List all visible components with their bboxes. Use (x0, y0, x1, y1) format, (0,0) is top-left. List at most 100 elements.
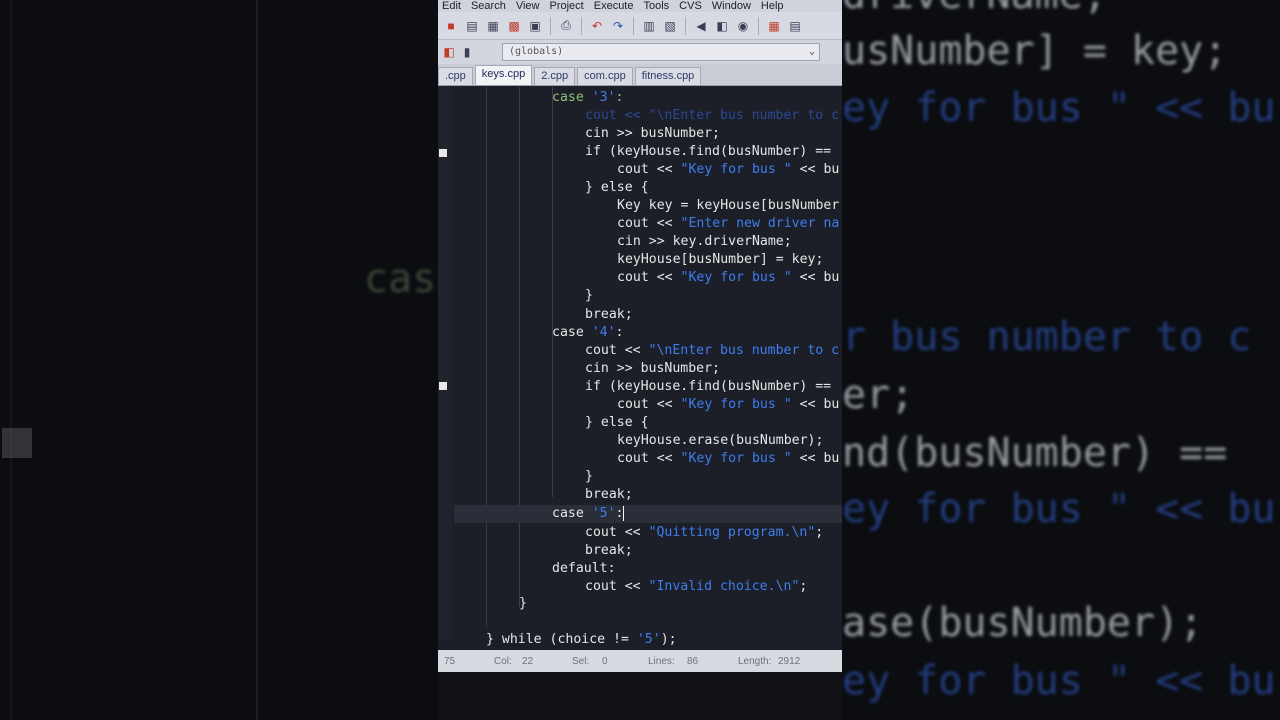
code-line-text: break; (585, 543, 633, 558)
code-line: } else { (585, 179, 649, 197)
code-line-text: cout << "Key for bus " << bu (617, 451, 840, 466)
code-editor[interactable]: case '3': cout << "\nEnter bus number to… (438, 87, 842, 647)
code-line-text: cin >> busNumber; (585, 126, 720, 141)
members-icon[interactable]: ▮ (460, 45, 474, 59)
menu-edit[interactable]: Edit (442, 0, 461, 12)
menu-help[interactable]: Help (761, 0, 784, 12)
menu-project[interactable]: Project (549, 0, 583, 12)
backdrop-code-line: nd(busNumber) == (842, 430, 1228, 476)
code-line: cout << "\nEnter bus number to c (585, 342, 839, 360)
grid-icon[interactable]: ▤ (786, 17, 804, 35)
backdrop-code-line: ey for bus " << bu (842, 486, 1276, 532)
backdrop-code-line: ey for bus " << bu (842, 658, 1276, 704)
new-file-icon[interactable]: ■ (442, 17, 460, 35)
class-browser-icon[interactable]: ◧ (442, 45, 456, 59)
menu-execute[interactable]: Execute (594, 0, 634, 12)
code-line-text: } else { (585, 180, 649, 195)
backdrop-code-line: usNumber] = key; (842, 28, 1228, 74)
toolbar-separator (758, 16, 759, 35)
code-line: break; (585, 306, 633, 324)
backdrop-code-text: cas (364, 256, 437, 302)
backdrop-code-line: ey for bus " << bu (842, 85, 1276, 131)
right-backdrop: driverName; usNumber] = key; ey for bus … (842, 0, 1280, 720)
backdrop-code-line: ase(busNumber); (842, 600, 1204, 646)
unindent-icon[interactable]: ▧ (661, 17, 679, 35)
fold-marker-icon[interactable] (439, 382, 447, 390)
menu-window[interactable]: Window (712, 0, 751, 12)
code-line: cin >> busNumber; (585, 125, 720, 143)
tab-file-cpp[interactable]: .cpp (438, 67, 473, 85)
code-line-text: if (keyHouse.find(busNumber) == (585, 379, 832, 394)
menu-search[interactable]: Search (471, 0, 506, 12)
run-icon[interactable]: ▦ (765, 17, 783, 35)
code-line-text: cout << "Enter new driver na (617, 216, 840, 231)
tab-com-cpp[interactable]: com.cpp (577, 67, 633, 85)
code-line: case '4': (552, 324, 623, 342)
code-line: } (585, 468, 593, 486)
backdrop-divider (256, 0, 258, 720)
code-line: break; (585, 486, 633, 504)
backdrop-divider (10, 0, 12, 720)
current-line-highlight (454, 505, 842, 523)
code-line-text: case '4': (552, 325, 624, 340)
print-icon[interactable]: ⎙ (557, 17, 575, 35)
tab-keys-cpp[interactable]: keys.cpp (474, 65, 533, 85)
backdrop-code-line: er; (842, 372, 915, 418)
tab-2-cpp[interactable]: 2.cpp (534, 67, 576, 85)
code-line-text: case '3': (552, 90, 624, 105)
code-line-text: } (585, 288, 593, 303)
code-line-text: cout << "Key for bus " << bu (617, 162, 840, 177)
code-line-text: if (keyHouse.find(busNumber) == (585, 144, 832, 159)
code-line-text: cout << "\nEnter bus number to c (585, 108, 840, 123)
open-icon[interactable]: ▤ (463, 17, 481, 35)
status-length-label: Length: (738, 655, 772, 667)
backdrop-code: driverName; usNumber] = key; ey for bus … (842, 0, 1275, 704)
toolbar-separator (550, 16, 551, 35)
code-line: if (keyHouse.find(busNumber) == (585, 143, 831, 161)
code-line: Key key = keyHouse[busNumber (617, 197, 839, 215)
backdrop-marker (2, 428, 32, 458)
indent-guide (486, 87, 487, 627)
toolbar-separator (685, 16, 686, 35)
menu-cvs[interactable]: CVS (679, 0, 702, 12)
save-all-icon[interactable]: ▩ (505, 17, 523, 35)
menu-bar: Edit Search View Project Execute Tools C… (438, 0, 842, 12)
menu-tools[interactable]: Tools (643, 0, 669, 12)
code-line: } else { (585, 414, 649, 432)
scope-select[interactable]: (globals) ⌄ (502, 43, 820, 61)
undo-icon[interactable]: ↶ (588, 17, 606, 35)
fold-gutter[interactable] (438, 87, 452, 640)
code-line: cout << "Enter new driver na (617, 215, 839, 233)
class-browser-bar: ◧ ▮ (globals) ⌄ (438, 40, 842, 64)
indent-guide (552, 87, 553, 497)
menu-view[interactable]: View (516, 0, 540, 12)
code-line: cin >> key.driverName; (617, 233, 792, 251)
close-icon[interactable]: ▣ (526, 17, 544, 35)
code-line: keyHouse.erase(busNumber); (617, 432, 823, 450)
code-line-text: break; (585, 487, 633, 502)
ide-window: Edit Search View Project Execute Tools C… (438, 0, 842, 720)
backdrop-code-line: driverName; (842, 0, 1107, 18)
code-line-text: keyHouse[busNumber] = key; (617, 252, 824, 267)
code-line-text: keyHouse.erase(busNumber); (617, 433, 824, 448)
fold-marker-icon[interactable] (439, 149, 447, 157)
status-lines-value: 86 (687, 655, 699, 667)
toggle-comment-icon[interactable]: ◀ (692, 17, 710, 35)
tab-fitness-cpp[interactable]: fitness.cpp (634, 67, 702, 85)
code-line-text: cout << "Key for bus " << bu (617, 397, 840, 412)
find-icon[interactable]: ◧ (713, 17, 731, 35)
code-line-text: cout << "Key for bus " << bu (617, 270, 840, 285)
compile-icon[interactable]: ◉ (734, 17, 752, 35)
code-line-text: break; (585, 307, 633, 322)
code-line-text: cin >> busNumber; (585, 361, 720, 376)
redo-icon[interactable]: ↷ (609, 17, 627, 35)
desk-below-screen (438, 672, 842, 720)
indent-icon[interactable]: ▥ (640, 17, 658, 35)
code-line-text: default: (552, 561, 616, 576)
status-lines-label: Lines: (648, 655, 675, 667)
save-icon[interactable]: ▦ (484, 17, 502, 35)
code-line: cout << "Quitting program.\n"; (585, 524, 823, 542)
status-sel-label: Sel: (572, 655, 590, 667)
backdrop-code-line: r bus number to c (842, 314, 1252, 360)
code-line: break; (585, 542, 633, 560)
